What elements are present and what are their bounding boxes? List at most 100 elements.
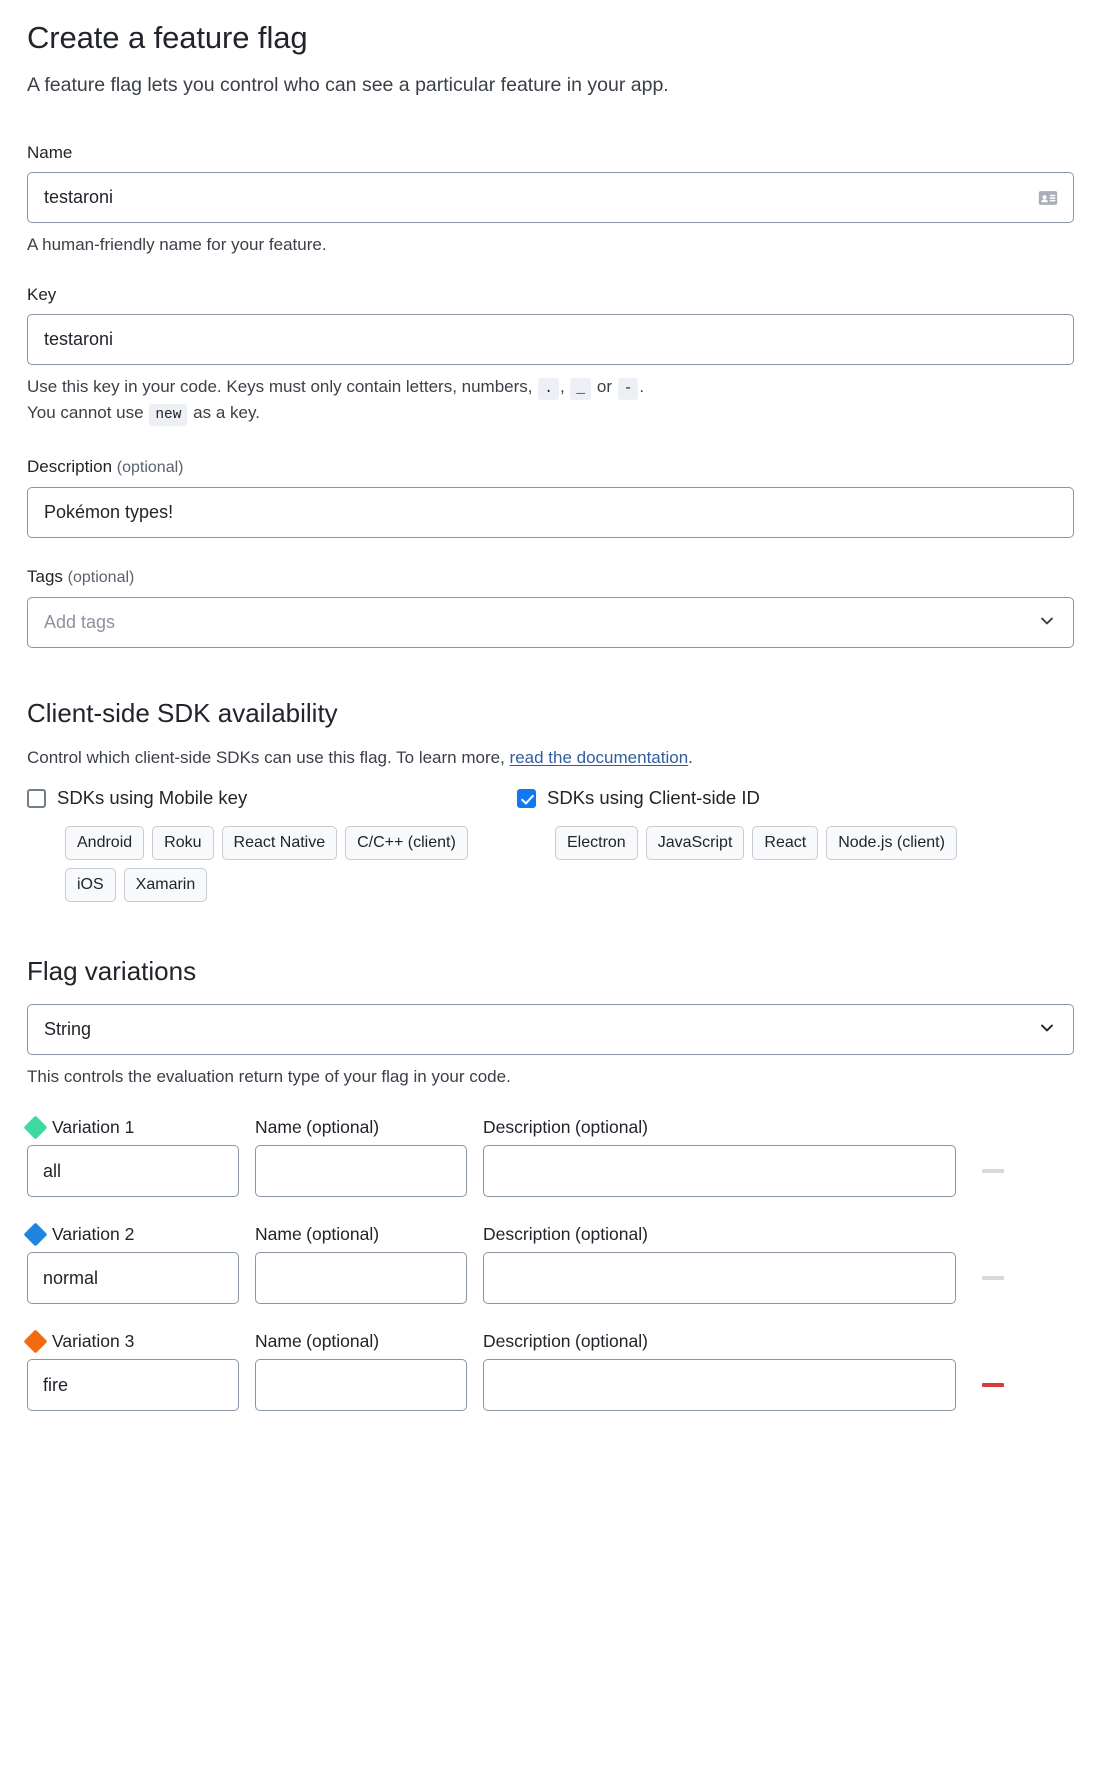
- description-field-group: Description (optional): [27, 456, 1074, 538]
- variation-name-header: Name (optional): [255, 1330, 483, 1352]
- key-input[interactable]: [27, 314, 1074, 365]
- variation-name-optional: (optional): [306, 1117, 379, 1137]
- sdk-client-side-id-column: SDKs using Client-side ID Electron JavaS…: [517, 786, 1007, 902]
- variation-title: Variation 3: [52, 1330, 134, 1352]
- variation-title-cell: Variation 3: [27, 1330, 255, 1352]
- variation-description-header: Description (optional): [483, 1223, 953, 1245]
- key-help-text-b: You cannot use: [27, 403, 144, 422]
- variation-description-label: Description: [483, 1331, 571, 1351]
- checkbox-client-side-id-label: SDKs using Client-side ID: [547, 786, 760, 810]
- variation-row-headers: Variation 3 Name (optional) Description …: [27, 1330, 1074, 1352]
- variation-name-optional: (optional): [306, 1224, 379, 1244]
- sdk-chip: Node.js (client): [826, 826, 957, 860]
- variation-value-input[interactable]: [27, 1359, 239, 1411]
- key-help-text: Use this key in your code. Keys must onl…: [27, 374, 1074, 426]
- key-code-dash: -: [618, 378, 639, 400]
- remove-variation-button[interactable]: [980, 1145, 1006, 1197]
- checkbox-client-side-id[interactable]: [517, 789, 536, 808]
- key-code-dot: .: [538, 378, 559, 400]
- sdk-columns: SDKs using Mobile key Android Roku React…: [27, 786, 1074, 902]
- description-label: Description (optional): [27, 456, 1074, 479]
- variation-description-input[interactable]: [483, 1359, 956, 1411]
- name-input[interactable]: [27, 172, 1074, 223]
- variation-title-cell: Variation 1: [27, 1116, 255, 1138]
- remove-variation-button[interactable]: [980, 1359, 1006, 1411]
- variation-description-header: Description (optional): [483, 1116, 953, 1138]
- sdk-availability-section: Client-side SDK availability Control whi…: [27, 696, 1074, 902]
- sdk-section-description: Control which client-side SDKs can use t…: [27, 746, 1074, 770]
- key-label: Key: [27, 284, 1074, 306]
- variation-title-cell: Variation 2: [27, 1223, 255, 1245]
- variation-description-input[interactable]: [483, 1145, 956, 1197]
- checkbox-row-mobile-key[interactable]: SDKs using Mobile key: [27, 786, 517, 810]
- key-help-line-2: You cannot use new as a key.: [27, 400, 1074, 426]
- variation-name-label: Name: [255, 1224, 302, 1244]
- sdk-chip: Electron: [555, 826, 638, 860]
- checkbox-mobile-key[interactable]: [27, 789, 46, 808]
- variation-description-label: Description: [483, 1117, 571, 1137]
- variation-inputs: [27, 1145, 1074, 1197]
- tags-field-group: Tags (optional) Add tags: [27, 566, 1074, 648]
- variation-color-diamond-icon: [23, 1115, 47, 1139]
- variation-inputs: [27, 1359, 1074, 1411]
- sdk-chip: Roku: [152, 826, 213, 860]
- variation-description-input[interactable]: [483, 1252, 956, 1304]
- name-help-text: A human-friendly name for your feature.: [27, 232, 1074, 258]
- variation-row: Variation 2 Name (optional) Description …: [27, 1223, 1074, 1304]
- key-help-period: .: [639, 377, 644, 396]
- read-documentation-link[interactable]: read the documentation: [510, 748, 689, 767]
- tags-select[interactable]: Add tags: [27, 597, 1074, 648]
- variation-name-header: Name (optional): [255, 1116, 483, 1138]
- remove-variation-button[interactable]: [980, 1252, 1006, 1304]
- variation-type-select[interactable]: String: [27, 1004, 1074, 1055]
- variation-name-input[interactable]: [255, 1145, 467, 1197]
- checkbox-mobile-key-label: SDKs using Mobile key: [57, 786, 247, 810]
- variation-name-optional: (optional): [306, 1331, 379, 1351]
- variation-row: Variation 3 Name (optional) Description …: [27, 1330, 1074, 1411]
- variation-name-input[interactable]: [255, 1252, 467, 1304]
- page-title: Create a feature flag: [27, 18, 1074, 58]
- variation-row-headers: Variation 1 Name (optional) Description …: [27, 1116, 1074, 1138]
- minus-icon: [982, 1169, 1004, 1173]
- key-code-new: new: [149, 404, 187, 426]
- variation-value-input[interactable]: [27, 1252, 239, 1304]
- variation-color-diamond-icon: [23, 1222, 47, 1246]
- key-help-comma: ,: [560, 377, 565, 396]
- description-input[interactable]: [27, 487, 1074, 538]
- variation-name-input[interactable]: [255, 1359, 467, 1411]
- sdk-mobile-column: SDKs using Mobile key Android Roku React…: [27, 786, 517, 902]
- page-subtitle: A feature flag lets you control who can …: [27, 72, 1074, 98]
- variation-color-diamond-icon: [23, 1329, 47, 1353]
- key-help-text-a: Use this key in your code. Keys must onl…: [27, 377, 533, 396]
- sdk-chip: React Native: [222, 826, 338, 860]
- variation-row-headers: Variation 2 Name (optional) Description …: [27, 1223, 1074, 1245]
- sdk-chip: JavaScript: [646, 826, 745, 860]
- variation-name-header: Name (optional): [255, 1223, 483, 1245]
- variation-type-select-wrap: String: [27, 1004, 1074, 1055]
- variation-rows: Variation 1 Name (optional) Description …: [27, 1116, 1074, 1411]
- mobile-sdk-chip-list: Android Roku React Native C/C++ (client)…: [27, 826, 487, 902]
- tags-label-text: Tags: [27, 567, 63, 586]
- key-help-line-1: Use this key in your code. Keys must onl…: [27, 374, 1074, 400]
- sdk-desc-before: Control which client-side SDKs can use t…: [27, 748, 510, 767]
- name-label: Name: [27, 142, 1074, 164]
- variation-description-header: Description (optional): [483, 1330, 953, 1352]
- sdk-chip: Xamarin: [124, 868, 208, 902]
- tags-select-wrap: Add tags: [27, 597, 1074, 648]
- variation-value-input[interactable]: [27, 1145, 239, 1197]
- sdk-chip: React: [752, 826, 818, 860]
- variation-title: Variation 1: [52, 1116, 134, 1138]
- description-optional-tag: (optional): [117, 459, 184, 476]
- checkbox-row-client-side-id[interactable]: SDKs using Client-side ID: [517, 786, 1007, 810]
- sdk-chip: Android: [65, 826, 144, 860]
- flag-variations-section: Flag variations String This controls the…: [27, 954, 1074, 1411]
- create-feature-flag-page: Create a feature flag A feature flag let…: [0, 0, 1100, 1411]
- variation-name-label: Name: [255, 1117, 302, 1137]
- client-side-id-sdk-chip-list: Electron JavaScript React Node.js (clien…: [517, 826, 977, 860]
- variation-name-label: Name: [255, 1331, 302, 1351]
- name-input-wrap: [27, 172, 1074, 223]
- flag-variations-title: Flag variations: [27, 954, 1074, 988]
- key-code-underscore: _: [570, 378, 591, 400]
- sdk-chip: iOS: [65, 868, 116, 902]
- variation-inputs: [27, 1252, 1074, 1304]
